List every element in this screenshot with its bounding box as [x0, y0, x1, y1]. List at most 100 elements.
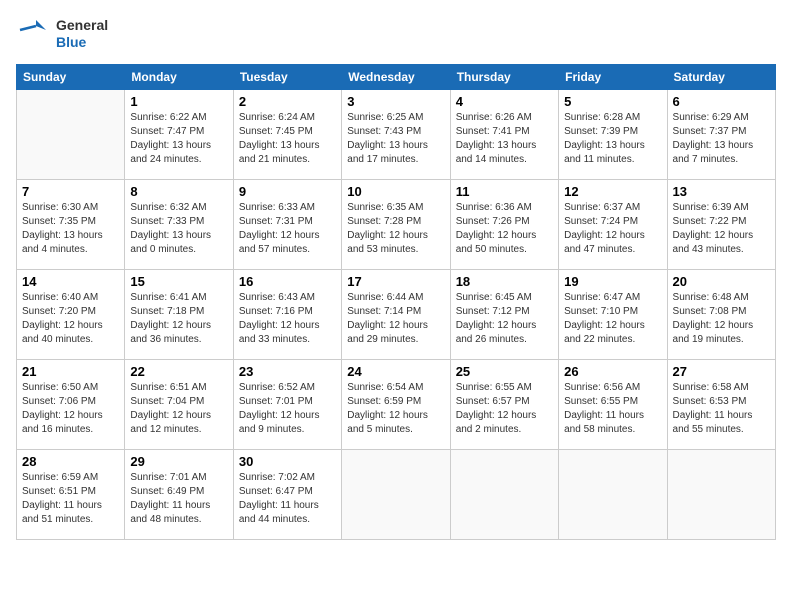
day-info: Sunrise: 6:22 AM Sunset: 7:47 PM Dayligh… [130, 111, 227, 167]
weekday-header-monday: Monday [125, 65, 233, 90]
day-info: Sunrise: 6:51 AM Sunset: 7:04 PM Dayligh… [130, 381, 227, 437]
day-number: 22 [130, 364, 227, 379]
day-info: Sunrise: 6:36 AM Sunset: 7:26 PM Dayligh… [456, 201, 553, 257]
day-info: Sunrise: 6:43 AM Sunset: 7:16 PM Dayligh… [239, 291, 336, 347]
day-info: Sunrise: 6:24 AM Sunset: 7:45 PM Dayligh… [239, 111, 336, 167]
weekday-header-saturday: Saturday [667, 65, 775, 90]
day-info: Sunrise: 6:50 AM Sunset: 7:06 PM Dayligh… [22, 381, 119, 437]
day-info: Sunrise: 6:28 AM Sunset: 7:39 PM Dayligh… [564, 111, 661, 167]
weekday-header-row: SundayMondayTuesdayWednesdayThursdayFrid… [17, 65, 776, 90]
day-number: 15 [130, 274, 227, 289]
day-number: 4 [456, 94, 553, 109]
day-number: 18 [456, 274, 553, 289]
day-info: Sunrise: 6:25 AM Sunset: 7:43 PM Dayligh… [347, 111, 444, 167]
calendar-table: SundayMondayTuesdayWednesdayThursdayFrid… [16, 64, 776, 540]
page-header: GeneralBlue [16, 16, 776, 52]
calendar-cell: 21 Sunrise: 6:50 AM Sunset: 7:06 PM Dayli… [17, 360, 125, 450]
day-number: 24 [347, 364, 444, 379]
calendar-cell: 25Sunrise: 6:55 AM Sunset: 6:57 PM Dayli… [450, 360, 558, 450]
day-number: 16 [239, 274, 336, 289]
calendar-week-row: 21 Sunrise: 6:50 AM Sunset: 7:06 PM Dayli… [17, 360, 776, 450]
day-number: 17 [347, 274, 444, 289]
calendar-cell: 22 Sunrise: 6:51 AM Sunset: 7:04 PM Dayli… [125, 360, 233, 450]
day-number: 10 [347, 184, 444, 199]
day-number: 3 [347, 94, 444, 109]
day-info: Sunrise: 6:47 AM Sunset: 7:10 PM Dayligh… [564, 291, 661, 347]
logo-svg [16, 16, 52, 52]
day-number: 20 [673, 274, 770, 289]
calendar-cell: 19 Sunrise: 6:47 AM Sunset: 7:10 PM Dayli… [559, 270, 667, 360]
day-info: Sunrise: 6:29 AM Sunset: 7:37 PM Dayligh… [673, 111, 770, 167]
calendar-cell: 4 Sunrise: 6:26 AM Sunset: 7:41 PM Daylig… [450, 90, 558, 180]
calendar-week-row: 14Sunrise: 6:40 AM Sunset: 7:20 PM Dayli… [17, 270, 776, 360]
day-number: 7 [22, 184, 119, 199]
calendar-cell: 28 Sunrise: 6:59 AM Sunset: 6:51 PM Dayli… [17, 450, 125, 540]
calendar-cell: 23Sunrise: 6:52 AM Sunset: 7:01 PM Dayli… [233, 360, 341, 450]
day-info: Sunrise: 7:01 AM Sunset: 6:49 PM Dayligh… [130, 471, 227, 527]
calendar-week-row: 1 Sunrise: 6:22 AM Sunset: 7:47 PM Daylig… [17, 90, 776, 180]
weekday-header-thursday: Thursday [450, 65, 558, 90]
calendar-cell: 26 Sunrise: 6:56 AM Sunset: 6:55 PM Dayli… [559, 360, 667, 450]
day-number: 27 [673, 364, 770, 379]
day-number: 26 [564, 364, 661, 379]
day-number: 13 [673, 184, 770, 199]
day-number: 14 [22, 274, 119, 289]
day-info: Sunrise: 6:39 AM Sunset: 7:22 PM Dayligh… [673, 201, 770, 257]
calendar-cell: 1 Sunrise: 6:22 AM Sunset: 7:47 PM Daylig… [125, 90, 233, 180]
day-info: Sunrise: 6:58 AM Sunset: 6:53 PM Dayligh… [673, 381, 770, 437]
calendar-cell [17, 90, 125, 180]
calendar-cell: 5Sunrise: 6:28 AM Sunset: 7:39 PM Daylig… [559, 90, 667, 180]
calendar-cell: 27 Sunrise: 6:58 AM Sunset: 6:53 PM Dayli… [667, 360, 775, 450]
day-info: Sunrise: 6:37 AM Sunset: 7:24 PM Dayligh… [564, 201, 661, 257]
calendar-cell: 6 Sunrise: 6:29 AM Sunset: 7:37 PM Daylig… [667, 90, 775, 180]
day-info: Sunrise: 6:45 AM Sunset: 7:12 PM Dayligh… [456, 291, 553, 347]
day-info: Sunrise: 6:48 AM Sunset: 7:08 PM Dayligh… [673, 291, 770, 347]
day-number: 25 [456, 364, 553, 379]
calendar-cell: 8 Sunrise: 6:32 AM Sunset: 7:33 PM Daylig… [125, 180, 233, 270]
day-number: 1 [130, 94, 227, 109]
day-info: Sunrise: 6:52 AM Sunset: 7:01 PM Dayligh… [239, 381, 336, 437]
calendar-week-row: 7 Sunrise: 6:30 AM Sunset: 7:35 PM Daylig… [17, 180, 776, 270]
calendar-cell: 17 Sunrise: 6:44 AM Sunset: 7:14 PM Dayli… [342, 270, 450, 360]
day-info: Sunrise: 6:26 AM Sunset: 7:41 PM Dayligh… [456, 111, 553, 167]
day-number: 28 [22, 454, 119, 469]
logo-text: GeneralBlue [56, 17, 108, 51]
weekday-header-wednesday: Wednesday [342, 65, 450, 90]
weekday-header-tuesday: Tuesday [233, 65, 341, 90]
logo: GeneralBlue [16, 16, 108, 52]
day-info: Sunrise: 6:54 AM Sunset: 6:59 PM Dayligh… [347, 381, 444, 437]
calendar-cell: 30 Sunrise: 7:02 AM Sunset: 6:47 PM Dayli… [233, 450, 341, 540]
day-number: 6 [673, 94, 770, 109]
calendar-cell: 29 Sunrise: 7:01 AM Sunset: 6:49 PM Dayli… [125, 450, 233, 540]
day-number: 11 [456, 184, 553, 199]
calendar-cell: 14Sunrise: 6:40 AM Sunset: 7:20 PM Dayli… [17, 270, 125, 360]
day-number: 19 [564, 274, 661, 289]
calendar-cell [559, 450, 667, 540]
calendar-cell [667, 450, 775, 540]
day-info: Sunrise: 6:32 AM Sunset: 7:33 PM Dayligh… [130, 201, 227, 257]
calendar-cell: 15Sunrise: 6:41 AM Sunset: 7:18 PM Dayli… [125, 270, 233, 360]
day-info: Sunrise: 6:33 AM Sunset: 7:31 PM Dayligh… [239, 201, 336, 257]
day-info: Sunrise: 6:44 AM Sunset: 7:14 PM Dayligh… [347, 291, 444, 347]
calendar-cell: 16 Sunrise: 6:43 AM Sunset: 7:16 PM Dayli… [233, 270, 341, 360]
calendar-cell: 3 Sunrise: 6:25 AM Sunset: 7:43 PM Daylig… [342, 90, 450, 180]
day-number: 30 [239, 454, 336, 469]
day-number: 21 [22, 364, 119, 379]
calendar-cell: 12Sunrise: 6:37 AM Sunset: 7:24 PM Dayli… [559, 180, 667, 270]
calendar-cell [342, 450, 450, 540]
day-info: Sunrise: 6:56 AM Sunset: 6:55 PM Dayligh… [564, 381, 661, 437]
calendar-cell: 10 Sunrise: 6:35 AM Sunset: 7:28 PM Dayli… [342, 180, 450, 270]
calendar-cell: 11 Sunrise: 6:36 AM Sunset: 7:26 PM Dayli… [450, 180, 558, 270]
calendar-cell: 20 Sunrise: 6:48 AM Sunset: 7:08 PM Dayli… [667, 270, 775, 360]
day-number: 8 [130, 184, 227, 199]
day-number: 29 [130, 454, 227, 469]
weekday-header-sunday: Sunday [17, 65, 125, 90]
day-info: Sunrise: 7:02 AM Sunset: 6:47 PM Dayligh… [239, 471, 336, 527]
day-info: Sunrise: 6:35 AM Sunset: 7:28 PM Dayligh… [347, 201, 444, 257]
calendar-cell: 18 Sunrise: 6:45 AM Sunset: 7:12 PM Dayli… [450, 270, 558, 360]
calendar-cell: 24 Sunrise: 6:54 AM Sunset: 6:59 PM Dayli… [342, 360, 450, 450]
day-info: Sunrise: 6:30 AM Sunset: 7:35 PM Dayligh… [22, 201, 119, 257]
calendar-cell [450, 450, 558, 540]
calendar-cell: 13 Sunrise: 6:39 AM Sunset: 7:22 PM Dayli… [667, 180, 775, 270]
day-info: Sunrise: 6:59 AM Sunset: 6:51 PM Dayligh… [22, 471, 119, 527]
